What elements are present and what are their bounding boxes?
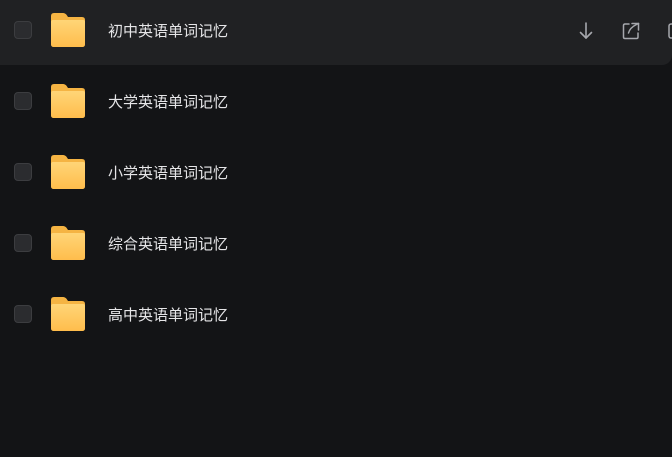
row-checkbox[interactable]	[14, 234, 32, 252]
folder-icon[interactable]	[48, 10, 88, 50]
file-list: 初中英语单词记忆 大学英语单词记忆 小学英语单词记忆 综合英语单词记忆 高中英语…	[0, 0, 672, 355]
file-row[interactable]: 高中英语单词记忆	[0, 284, 672, 355]
file-row[interactable]: 小学英语单词记忆	[0, 142, 672, 213]
file-name[interactable]: 初中英语单词记忆	[108, 21, 228, 41]
folder-icon[interactable]	[48, 294, 88, 334]
download-icon[interactable]	[574, 19, 598, 43]
file-row[interactable]: 综合英语单词记忆	[0, 213, 672, 284]
folder-icon[interactable]	[48, 223, 88, 263]
row-actions	[574, 19, 672, 43]
copy-icon[interactable]	[664, 19, 672, 43]
row-checkbox[interactable]	[14, 21, 32, 39]
row-checkbox[interactable]	[14, 163, 32, 181]
file-name[interactable]: 综合英语单词记忆	[108, 234, 228, 254]
share-icon[interactable]	[619, 19, 643, 43]
file-name[interactable]: 高中英语单词记忆	[108, 305, 228, 325]
row-checkbox[interactable]	[14, 305, 32, 323]
file-name[interactable]: 小学英语单词记忆	[108, 163, 228, 183]
row-checkbox[interactable]	[14, 92, 32, 110]
file-row[interactable]: 初中英语单词记忆	[0, 0, 672, 65]
folder-icon[interactable]	[48, 152, 88, 192]
file-row[interactable]: 大学英语单词记忆	[0, 71, 672, 142]
file-name[interactable]: 大学英语单词记忆	[108, 92, 228, 112]
folder-icon[interactable]	[48, 81, 88, 121]
